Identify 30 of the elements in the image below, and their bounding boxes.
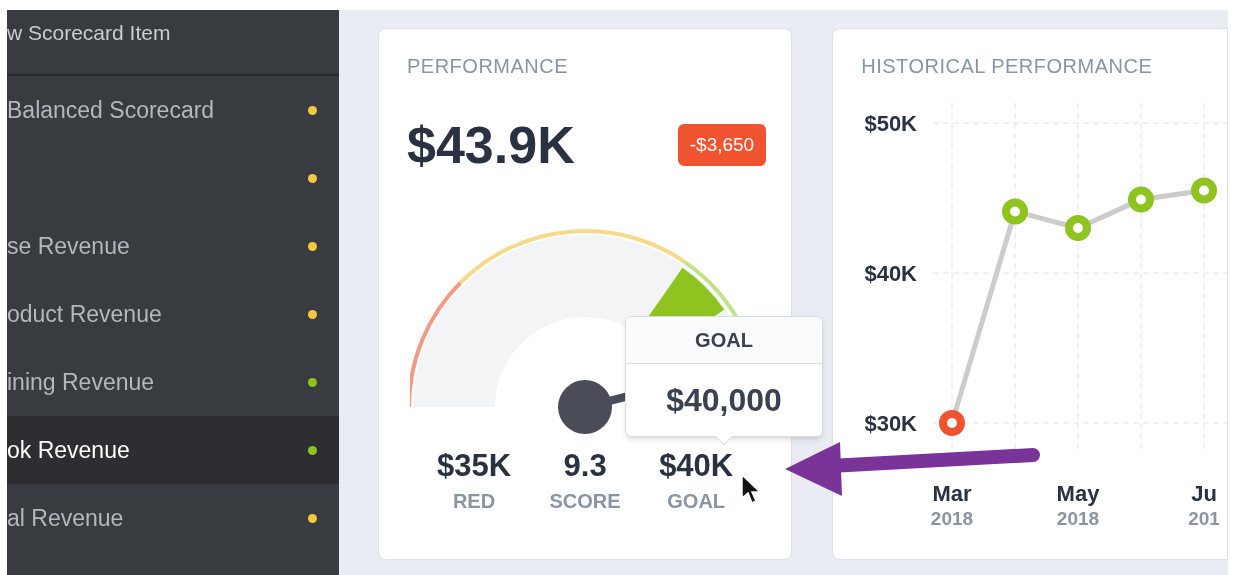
stat-label: SCORE (549, 488, 621, 514)
tooltip-title: GOAL (626, 317, 822, 364)
data-point[interactable] (939, 410, 966, 436)
stat-value: $35K (436, 447, 512, 485)
current-value: $43.9K (407, 119, 575, 171)
tooltip-value: $40,000 (665, 381, 783, 420)
x-axis-label: Mar 2018 (931, 481, 974, 529)
data-point[interactable] (1191, 177, 1218, 204)
card-title: HISTORICAL PERFORMANCE (861, 54, 1154, 79)
sidebar-header: w Scorecard Item (7, 20, 171, 46)
variance-badge: -$3,650 (677, 123, 767, 167)
x-axis-label: May 2018 (1056, 481, 1100, 529)
sidebar-item[interactable]: oduct Revenue (7, 280, 339, 348)
sidebar-item[interactable]: ok Revenue (7, 416, 339, 484)
y-axis-label: $40K (864, 261, 918, 286)
y-axis-label: $30K (864, 411, 918, 436)
x-axis-label: Ju 201 (1188, 481, 1221, 529)
stat-label: GOAL (667, 488, 726, 514)
sidebar-item[interactable]: al Revenue (7, 484, 339, 552)
sidebar-item[interactable]: se Revenue (7, 212, 339, 280)
data-point[interactable] (1128, 186, 1155, 213)
card-title: PERFORMANCE (407, 54, 570, 79)
stat-value: $40K (659, 447, 734, 485)
stat-value: 9.3 (563, 447, 607, 485)
data-point[interactable] (1002, 198, 1029, 225)
stat-label: RED (452, 488, 496, 514)
y-axis-label: $50K (864, 111, 918, 136)
sidebar-item[interactable]: Balanced Scorecard (7, 76, 339, 144)
data-point[interactable] (1065, 215, 1092, 241)
sidebar-item[interactable]: ining Revenue (7, 348, 339, 416)
